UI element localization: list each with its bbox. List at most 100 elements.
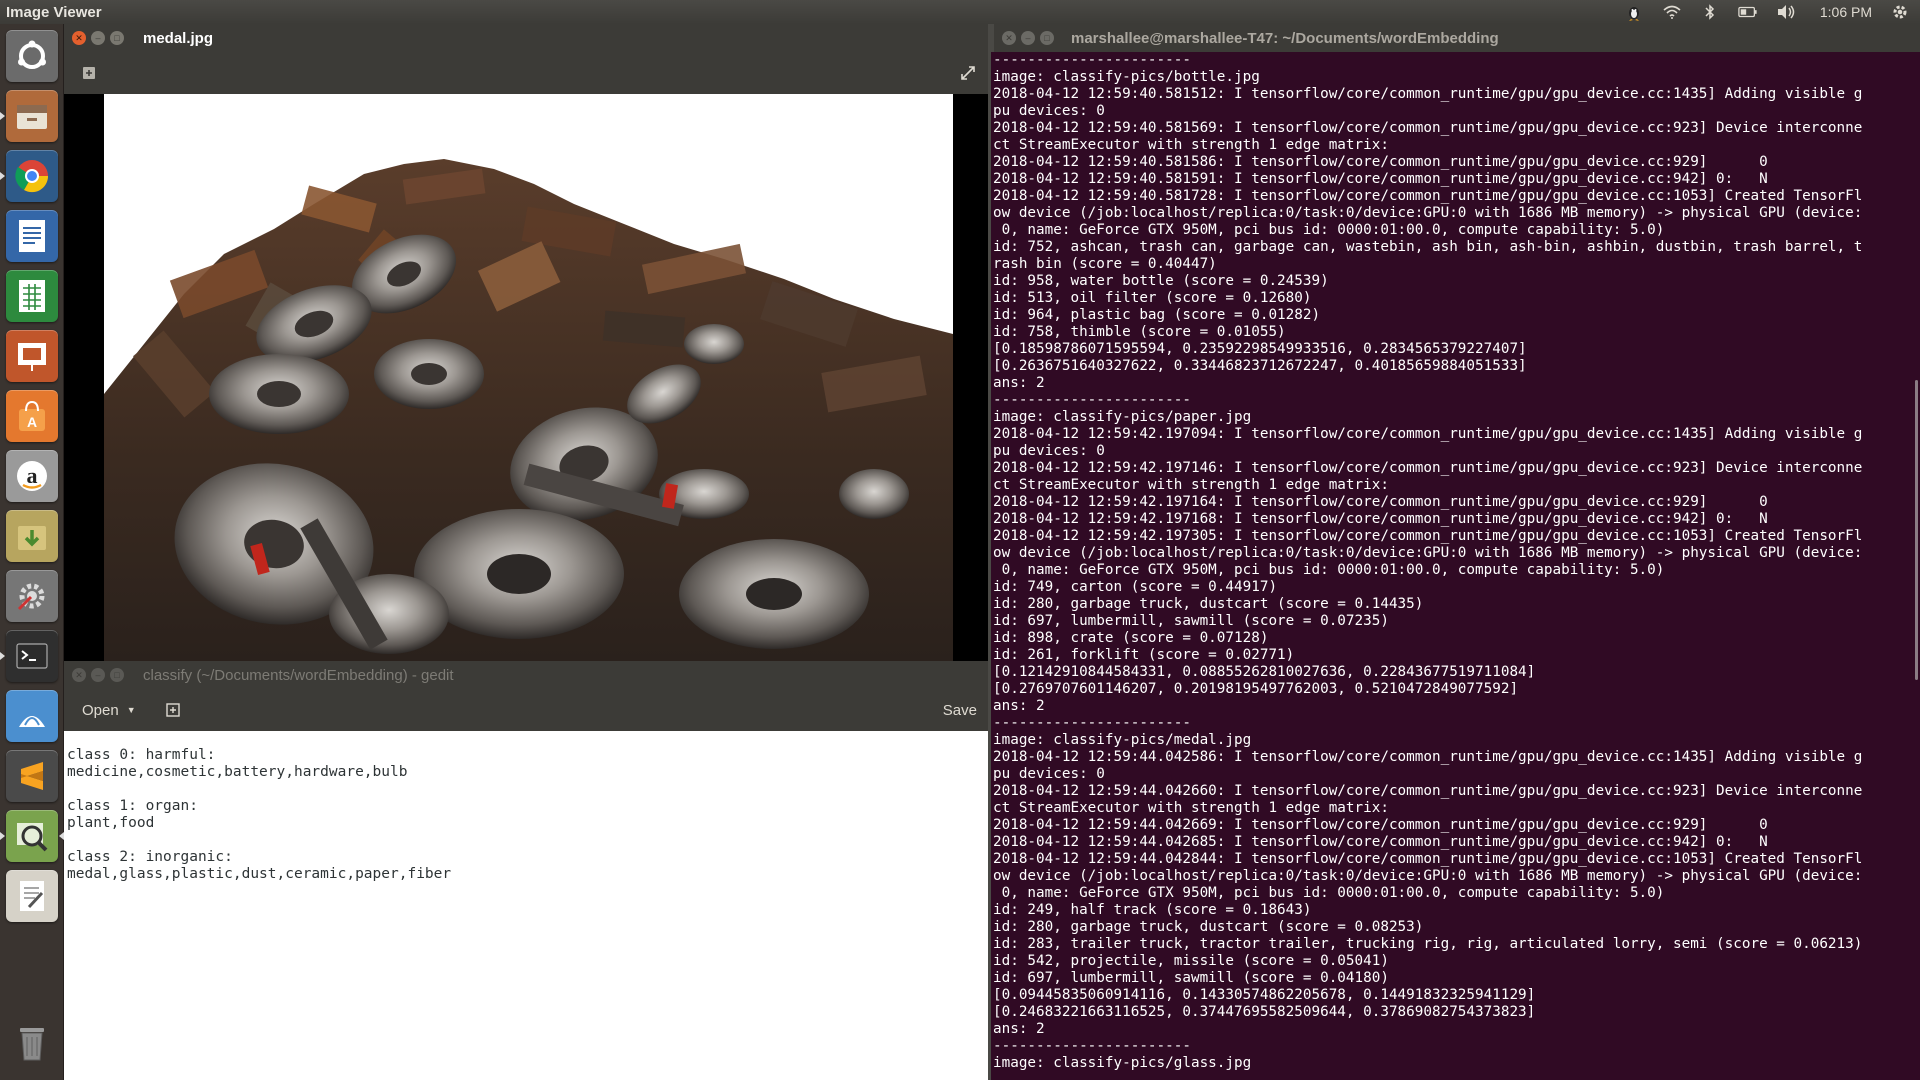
window-title: medal.jpg: [143, 29, 214, 47]
open-button[interactable]: Open ▼: [72, 696, 146, 724]
terminal-output[interactable]: ----------------------- image: classify-p…: [991, 52, 1920, 1080]
window-title: marshallee@marshallee-T47: ~/Documents/w…: [1071, 29, 1499, 47]
minimize-icon[interactable]: –: [91, 668, 105, 682]
terminal-titlebar[interactable]: ✕ – □ marshallee@marshallee-T47: ~/Docum…: [994, 24, 1920, 52]
text-editor-icon: [17, 879, 47, 913]
launcher-item[interactable]: [6, 150, 58, 202]
terminal-line: id: 697, lumbermill, sawmill (score = 0.…: [993, 970, 1389, 986]
system-settings-icon: [15, 579, 49, 613]
chevron-down-icon: ▼: [126, 705, 136, 715]
launcher-item[interactable]: [6, 630, 58, 682]
maximize-icon[interactable]: □: [110, 31, 124, 45]
fullscreen-icon[interactable]: [957, 62, 979, 84]
terminal-line: 2018-04-12 12:59:40.581569: I tensorflow…: [993, 120, 1863, 136]
terminal-line: image: classify-pics/paper.jpg: [993, 409, 1252, 425]
terminal-line: pu devices: 0: [993, 443, 1105, 459]
trash-icon: [16, 1022, 48, 1062]
session-gear-icon[interactable]: [1890, 2, 1910, 22]
terminal-line: [0.2636751640327622, 0.33446823712672247…: [993, 358, 1527, 374]
launcher-item[interactable]: [6, 690, 58, 742]
terminal-line: id: 280, garbage truck, dustcart (score …: [993, 596, 1424, 612]
amazon-icon: a: [15, 459, 49, 493]
minimize-icon[interactable]: –: [91, 31, 105, 45]
save-button[interactable]: Save: [943, 696, 977, 724]
launcher-item[interactable]: a: [6, 450, 58, 502]
sidebar-toggle-icon[interactable]: [80, 64, 98, 82]
close-icon[interactable]: ✕: [1002, 31, 1016, 45]
terminal-line: 2018-04-12 12:59:44.042660: I tensorflow…: [993, 783, 1863, 799]
terminal-line: [0.12142910844584331, 0.0885526281002763…: [993, 664, 1536, 680]
image-viewer-toolbar: [64, 52, 991, 94]
gedit-text-area[interactable]: class 0: harmful: medicine,cosmetic,batte…: [64, 731, 991, 1080]
top-panel: Image Viewer 1:06 PM: [0, 0, 1920, 24]
launcher-item[interactable]: [6, 210, 58, 262]
launcher-item[interactable]: [6, 750, 58, 802]
terminal-line: -----------------------: [993, 392, 1191, 408]
terminal-line: ow device (/job:localhost/replica:0/task…: [993, 868, 1863, 884]
close-icon[interactable]: ✕: [72, 668, 86, 682]
launcher-item[interactable]: A: [6, 390, 58, 442]
terminal-line: 2018-04-12 12:59:40.581586: I tensorflow…: [993, 154, 1768, 170]
launcher-item[interactable]: [6, 510, 58, 562]
terminal-line: id: 283, trailer truck, tractor trailer,…: [993, 936, 1863, 952]
launcher-item[interactable]: [6, 810, 58, 862]
clock[interactable]: 1:06 PM: [1820, 4, 1872, 20]
terminal-line: ct StreamExecutor with strength 1 edge m…: [993, 477, 1389, 493]
terminal-line: pu devices: 0: [993, 103, 1105, 119]
launcher-item[interactable]: [6, 330, 58, 382]
terminal-line: id: 758, thimble (score = 0.01055): [993, 324, 1286, 340]
image-viewer-icon: [15, 819, 49, 853]
software-center-icon: A: [16, 399, 48, 433]
terminal-line: 0, name: GeForce GTX 950M, pci bus id: 0…: [993, 885, 1665, 901]
bluetooth-icon[interactable]: [1700, 2, 1720, 22]
terminal-line: id: 513, oil filter (score = 0.12680): [993, 290, 1312, 306]
image-viewer-titlebar[interactable]: ✕ – □ medal.jpg: [64, 24, 991, 52]
maximize-icon[interactable]: □: [1040, 31, 1054, 45]
editor-line: class 2: inorganic:: [67, 849, 233, 865]
launcher-item[interactable]: [6, 30, 58, 82]
battery-icon[interactable]: [1738, 2, 1758, 22]
terminal-scrollbar[interactable]: [1915, 380, 1918, 680]
new-tab-button[interactable]: [158, 696, 188, 724]
gedit-titlebar[interactable]: ✕ – □ classify (~/Documents/wordEmbeddin…: [64, 661, 991, 689]
terminal-line: 0, name: GeForce GTX 950M, pci bus id: 0…: [993, 222, 1665, 238]
terminal-line: 0, name: GeForce GTX 950M, pci bus id: 0…: [993, 562, 1665, 578]
terminal-line: id: 261, forklift (score = 0.02771): [993, 647, 1295, 663]
volume-icon[interactable]: [1776, 2, 1796, 22]
terminal-line: pu devices: 0: [993, 766, 1105, 782]
window-title: classify (~/Documents/wordEmbedding) - g…: [143, 666, 454, 684]
input-method-icon[interactable]: [1624, 2, 1644, 22]
terminal-line: 2018-04-12 12:59:42.197146: I tensorflow…: [993, 460, 1863, 476]
terminal-line: image: classify-pics/glass.jpg: [993, 1055, 1252, 1071]
terminal-line: -----------------------: [993, 52, 1191, 68]
terminal-line: id: 752, ashcan, trash can, garbage can,…: [993, 239, 1863, 255]
terminal-line: id: 964, plastic bag (score = 0.01282): [993, 307, 1321, 323]
minimize-icon[interactable]: –: [1021, 31, 1035, 45]
indicator-area: 1:06 PM: [1624, 2, 1920, 22]
close-icon[interactable]: ✕: [72, 31, 86, 45]
launcher-item[interactable]: [6, 90, 58, 142]
new-document-icon: [166, 703, 180, 717]
terminal-line: id: 958, water bottle (score = 0.24539): [993, 273, 1329, 289]
terminal-line: 2018-04-12 12:59:42.197094: I tensorflow…: [993, 426, 1863, 442]
trash-button[interactable]: [6, 1016, 58, 1068]
maximize-icon[interactable]: □: [110, 668, 124, 682]
editor-line: medicine,cosmetic,battery,hardware,bulb: [67, 764, 408, 780]
files-icon: [15, 101, 49, 131]
active-app-title: Image Viewer: [6, 3, 102, 21]
terminal-line: id: 542, projectile, missile (score = 0.…: [993, 953, 1389, 969]
launcher-item[interactable]: [6, 570, 58, 622]
wifi-icon[interactable]: [1662, 2, 1682, 22]
terminal-line: ow device (/job:localhost/replica:0/task…: [993, 205, 1863, 221]
terminal-line: ow device (/job:localhost/replica:0/task…: [993, 545, 1863, 561]
image-canvas[interactable]: [64, 94, 991, 661]
writer-icon: [17, 218, 47, 254]
terminal-line: ct StreamExecutor with strength 1 edge m…: [993, 800, 1389, 816]
terminal-line: 2018-04-12 12:59:40.581591: I tensorflow…: [993, 171, 1768, 187]
launcher-item[interactable]: [6, 870, 58, 922]
terminal-line: rash bin (score = 0.40447): [993, 256, 1217, 272]
launcher-item[interactable]: [6, 270, 58, 322]
svg-text:A: A: [27, 414, 37, 430]
